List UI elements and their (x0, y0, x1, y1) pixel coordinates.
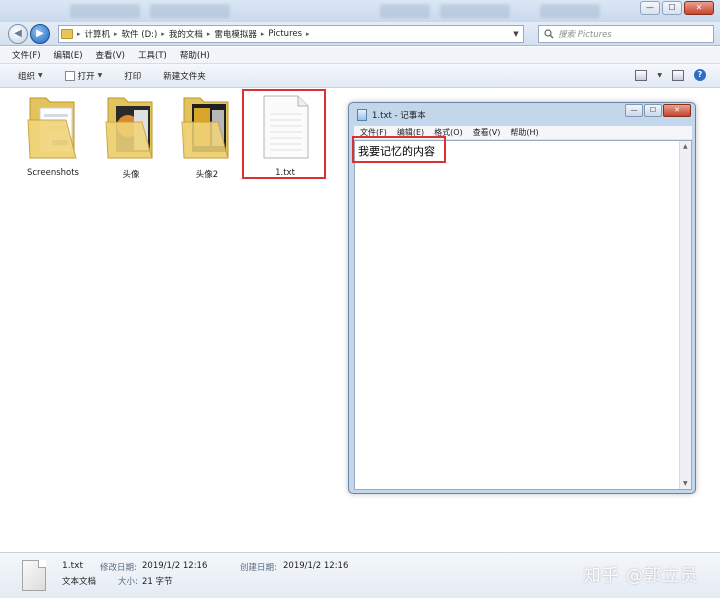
folder-icon (105, 97, 153, 159)
search-icon (544, 29, 554, 39)
forward-button[interactable]: ▶ (30, 24, 50, 44)
notepad-title-bar: 1.txt - 记事本 (357, 109, 426, 121)
scroll-down-icon[interactable]: ▼ (683, 480, 688, 487)
details-file-name: 1.txt (62, 561, 83, 571)
breadcrumb-documents[interactable]: 我的文档 (169, 28, 203, 40)
file-item-screenshots[interactable]: Screenshots (18, 92, 88, 182)
notepad-title: 1.txt - 记事本 (372, 111, 426, 121)
close-button[interactable]: ✕ (684, 1, 714, 15)
file-item-avatar[interactable]: 头像 (96, 92, 166, 182)
preview-pane-button[interactable] (672, 69, 684, 81)
menu-view[interactable]: 查看(V) (96, 49, 125, 61)
notepad-maximize-button[interactable]: ☐ (644, 104, 662, 117)
folder-icon (61, 29, 73, 39)
folder-icon (181, 97, 229, 159)
chevron-down-icon[interactable]: ▼ (657, 72, 662, 79)
modified-label: 修改日期: (100, 563, 137, 573)
notepad-close-button[interactable]: ✕ (663, 104, 691, 117)
breadcrumb-computer[interactable]: 计算机 (85, 28, 111, 40)
notepad-icon (64, 70, 75, 81)
blurred-tab (540, 4, 600, 18)
file-name: Screenshots (26, 168, 79, 178)
selection-highlight (242, 89, 326, 179)
search-box[interactable]: 搜索 Pictures (538, 25, 714, 43)
minimize-button[interactable]: — (640, 1, 660, 15)
notepad-menu-help[interactable]: 帮助(H) (510, 127, 538, 138)
file-name: 头像 (122, 170, 140, 180)
file-name: 头像2 (195, 170, 219, 180)
chevron-down-icon: ▼ (38, 72, 43, 79)
breadcrumb-drive[interactable]: 软件 (D:) (122, 28, 158, 40)
created-label: 创建日期: (240, 563, 277, 573)
organize-button[interactable]: 组织 ▼ (18, 70, 43, 82)
size-value: 21 字节 (142, 577, 173, 587)
blurred-tab (150, 4, 230, 18)
title-strip: — ☐ ✕ (0, 0, 720, 22)
open-label: 打开 (77, 71, 95, 82)
back-button[interactable]: ◀ (8, 24, 28, 44)
print-button[interactable]: 打印 (124, 70, 141, 82)
notepad-icon (357, 109, 367, 121)
breadcrumb-emulator[interactable]: 雷电模拟器 (214, 28, 257, 40)
details-file-type: 文本文档 (62, 577, 97, 587)
modified-value: 2019/1/2 12:16 (142, 561, 208, 571)
address-dropdown-icon[interactable]: ▼ (509, 30, 523, 38)
menu-file[interactable]: 文件(F) (12, 49, 41, 61)
size-label: 大小: (118, 577, 138, 587)
forward-arrow-icon: ▶ (36, 28, 44, 39)
notepad-minimize-button[interactable]: — (625, 104, 643, 117)
maximize-button[interactable]: ☐ (662, 1, 682, 15)
notepad-text-area[interactable]: 我要记忆的内容 ▲ ▼ (354, 140, 692, 490)
vertical-scrollbar[interactable]: ▲ ▼ (679, 141, 691, 489)
navigation-bar: ◀ ▶ ▸ 计算机 ▸ 软件 (D:) ▸ 我的文档 ▸ 雷电模拟器 ▸ Pic… (0, 22, 720, 46)
folder-icon (27, 97, 77, 159)
help-icon[interactable]: ? (694, 69, 706, 81)
breadcrumb-pictures[interactable]: Pictures (268, 29, 302, 39)
organize-label: 组织 (18, 71, 36, 82)
file-item-avatar2[interactable]: 头像2 (172, 92, 242, 182)
open-button[interactable]: 打开 ▼ (64, 70, 103, 82)
view-mode-button[interactable] (635, 69, 648, 81)
notepad-menu-view[interactable]: 查看(V) (473, 127, 501, 138)
watermark: 知乎 @郭立员 (583, 566, 698, 586)
new-folder-button[interactable]: 新建文件夹 (163, 70, 206, 82)
back-arrow-icon: ◀ (14, 28, 22, 39)
text-file-icon (22, 560, 46, 591)
address-bar[interactable]: ▸ 计算机 ▸ 软件 (D:) ▸ 我的文档 ▸ 雷电模拟器 ▸ Picture… (58, 25, 524, 43)
command-bar: 组织 ▼ 打开 ▼ 打印 新建文件夹 (0, 64, 720, 88)
blurred-tab (70, 4, 140, 18)
menu-edit[interactable]: 编辑(E) (54, 49, 83, 61)
search-placeholder: 搜索 Pictures (558, 30, 612, 40)
chevron-down-icon: ▼ (97, 72, 103, 79)
menu-help[interactable]: 帮助(H) (180, 49, 210, 61)
menu-bar: 文件(F) 编辑(E) 查看(V) 工具(T) 帮助(H) (0, 47, 720, 64)
scroll-up-icon[interactable]: ▲ (683, 143, 688, 150)
blurred-tab (440, 4, 510, 18)
view-controls: ▼ ? (635, 69, 706, 81)
details-pane: 1.txt 文本文档 修改日期: 2019/1/2 12:16 大小: 21 字… (0, 552, 720, 598)
content-highlight (352, 136, 446, 163)
menu-tools[interactable]: 工具(T) (138, 49, 167, 61)
created-value: 2019/1/2 12:16 (283, 561, 349, 571)
blurred-tab (380, 4, 430, 18)
